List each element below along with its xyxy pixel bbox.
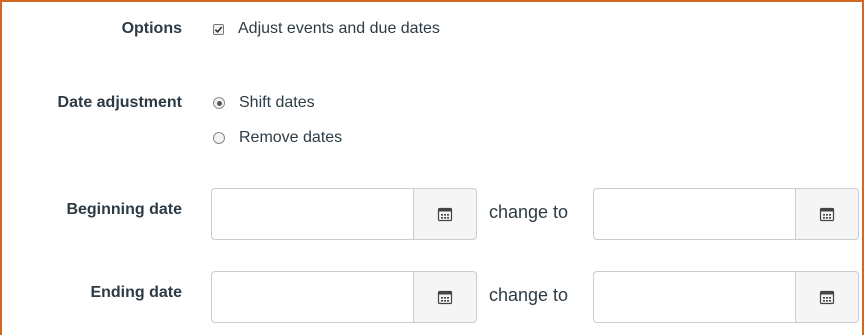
- beginning-date-to-input[interactable]: [593, 188, 795, 240]
- ending-date-from-calendar-button[interactable]: [413, 271, 477, 323]
- checkmark-icon: [214, 25, 223, 33]
- calendar-icon: [819, 290, 835, 305]
- remove-dates-radio[interactable]: [213, 132, 225, 144]
- ending-date-label: Ending date: [90, 284, 182, 301]
- shift-dates-label: Shift dates: [239, 94, 315, 111]
- beginning-date-to-group: [593, 188, 859, 240]
- ending-date-to-group: [593, 271, 859, 323]
- adjust-dates-checkbox-row[interactable]: Adjust events and due dates: [213, 20, 440, 38]
- beginning-date-from-group: [211, 188, 477, 240]
- remove-dates-radio-row[interactable]: Remove dates: [213, 129, 342, 147]
- beginning-change-to-text: change to: [489, 202, 569, 222]
- calendar-icon: [819, 207, 835, 222]
- shift-dates-radio[interactable]: [213, 97, 225, 109]
- ending-date-to-calendar-button[interactable]: [795, 271, 859, 323]
- ending-date-from-input[interactable]: [211, 271, 413, 323]
- calendar-icon: [437, 290, 453, 305]
- options-label: Options: [121, 20, 182, 37]
- ending-date-to-input[interactable]: [593, 271, 795, 323]
- beginning-date-label: Beginning date: [66, 201, 182, 218]
- ending-date-from-group: [211, 271, 477, 323]
- shift-dates-radio-row[interactable]: Shift dates: [213, 94, 315, 112]
- date-adjustment-label: Date adjustment: [57, 94, 182, 111]
- calendar-icon: [437, 207, 453, 222]
- remove-dates-label: Remove dates: [239, 129, 343, 146]
- beginning-date-to-calendar-button[interactable]: [795, 188, 859, 240]
- beginning-date-from-calendar-button[interactable]: [413, 188, 477, 240]
- ending-change-to-text: change to: [489, 285, 569, 305]
- beginning-date-from-input[interactable]: [211, 188, 413, 240]
- adjust-dates-checkbox-label: Adjust events and due dates: [238, 20, 440, 37]
- adjust-dates-checkbox[interactable]: [213, 23, 224, 35]
